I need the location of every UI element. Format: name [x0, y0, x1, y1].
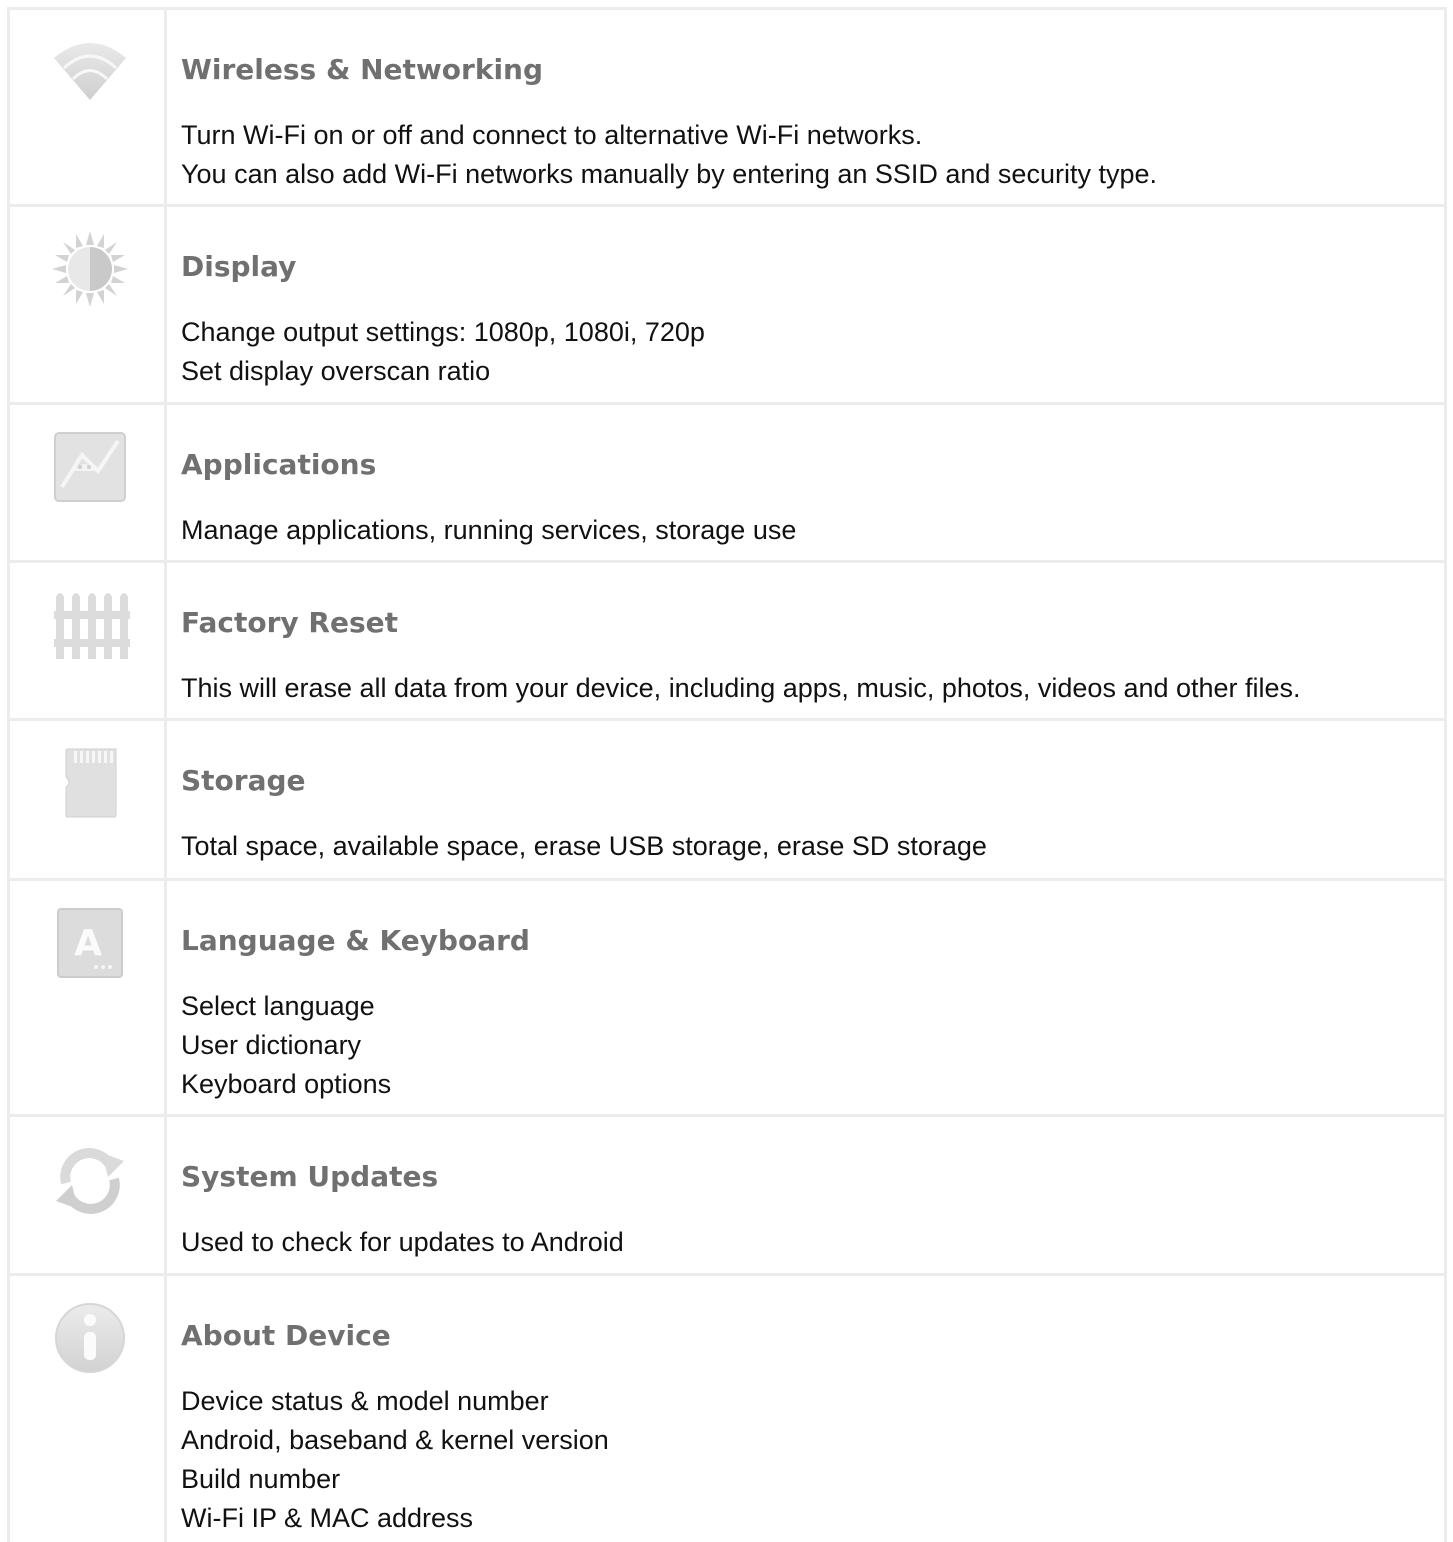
settings-row-storage[interactable]: Storage Total space, available space, er…: [10, 721, 1444, 881]
settings-row-description: Turn Wi-Fi on or off and connect to alte…: [181, 116, 1444, 194]
settings-row-title: Display: [181, 250, 297, 283]
settings-row-title: System Updates: [181, 1160, 439, 1193]
sd-card-icon: [65, 748, 117, 818]
settings-row-about-device[interactable]: About Device Device status & model numbe…: [10, 1276, 1444, 1542]
description-line: Android, baseband & kernel version: [181, 1425, 609, 1455]
fence-icon: [54, 593, 130, 659]
settings-row-description: Total space, available space, erase USB …: [181, 827, 1444, 866]
applications-icon: [54, 432, 126, 502]
settings-row-title: Wireless & Networking: [181, 53, 544, 86]
settings-row-title: Applications: [181, 448, 377, 481]
wifi-icon: [54, 43, 126, 100]
settings-row-text: About Device Device status & model numbe…: [167, 1276, 1444, 1542]
description-line: Build number: [181, 1464, 341, 1494]
settings-row-description: Manage applications, running services, s…: [181, 511, 1444, 550]
settings-row-icon-cell: [10, 721, 167, 878]
settings-row-applications[interactable]: Applications Manage applications, runnin…: [10, 405, 1444, 563]
description-line: Change output settings: 1080p, 1080i, 72…: [181, 317, 705, 347]
settings-row-icon-cell: A: [10, 881, 167, 1114]
settings-row-wireless[interactable]: Wireless & Networking Turn Wi-Fi on or o…: [10, 10, 1444, 207]
settings-row-icon-cell: [10, 405, 167, 560]
settings-row-icon-cell: [10, 207, 167, 402]
settings-row-title: Factory Reset: [181, 606, 398, 639]
description-line: Keyboard options: [181, 1069, 392, 1099]
settings-row-icon-cell: [10, 10, 167, 204]
settings-row-description: Device status & model number Android, ba…: [181, 1382, 1444, 1538]
info-icon: [55, 1303, 125, 1373]
settings-row-text: System Updates Used to check for updates…: [167, 1117, 1444, 1273]
settings-row-title: Storage: [181, 764, 306, 797]
description-line: Wi-Fi IP & MAC address: [181, 1503, 474, 1533]
settings-row-description: Change output settings: 1080p, 1080i, 72…: [181, 313, 1444, 391]
description-line: Select language: [181, 991, 375, 1021]
settings-row-text: Storage Total space, available space, er…: [167, 721, 1444, 878]
settings-row-title: About Device: [181, 1319, 391, 1352]
settings-row-icon-cell: [10, 1117, 167, 1273]
description-line: This will erase all data from your devic…: [181, 673, 1301, 703]
settings-row-text: Wireless & Networking Turn Wi-Fi on or o…: [167, 10, 1444, 204]
description-line: Set display overscan ratio: [181, 356, 491, 386]
settings-row-description: Select language User dictionary Keyboard…: [181, 987, 1444, 1104]
settings-row-text: Applications Manage applications, runnin…: [167, 405, 1444, 560]
language-icon: A: [57, 908, 123, 978]
brightness-icon: [52, 231, 128, 307]
description-line: Device status & model number: [181, 1386, 549, 1416]
description-line: Total space, available space, erase USB …: [181, 831, 987, 861]
settings-row-text: Factory Reset This will erase all data f…: [167, 563, 1444, 718]
settings-row-icon-cell: [10, 563, 167, 718]
settings-list: Wireless & Networking Turn Wi-Fi on or o…: [7, 7, 1447, 1542]
settings-row-description: This will erase all data from your devic…: [181, 669, 1444, 708]
svg-text:A: A: [74, 923, 102, 964]
settings-row-language-keyboard[interactable]: A Language & Keyboard Select language Us…: [10, 881, 1444, 1117]
settings-row-text: Display Change output settings: 1080p, 1…: [167, 207, 1444, 402]
description-line: User dictionary: [181, 1030, 362, 1060]
description-line: Turn Wi-Fi on or off and connect to alte…: [181, 120, 923, 150]
settings-row-text: Language & Keyboard Select language User…: [167, 881, 1444, 1114]
settings-row-factory-reset[interactable]: Factory Reset This will erase all data f…: [10, 563, 1444, 721]
settings-row-display[interactable]: Display Change output settings: 1080p, 1…: [10, 207, 1444, 405]
description-line: Manage applications, running services, s…: [181, 515, 797, 545]
sync-icon: [56, 1148, 124, 1214]
description-line: You can also add Wi-Fi networks manually…: [181, 159, 1157, 189]
settings-row-system-updates[interactable]: System Updates Used to check for updates…: [10, 1117, 1444, 1276]
description-line: Used to check for updates to Android: [181, 1227, 624, 1257]
settings-row-icon-cell: [10, 1276, 167, 1542]
settings-row-title: Language & Keyboard: [181, 924, 530, 957]
settings-row-description: Used to check for updates to Android: [181, 1223, 1444, 1262]
